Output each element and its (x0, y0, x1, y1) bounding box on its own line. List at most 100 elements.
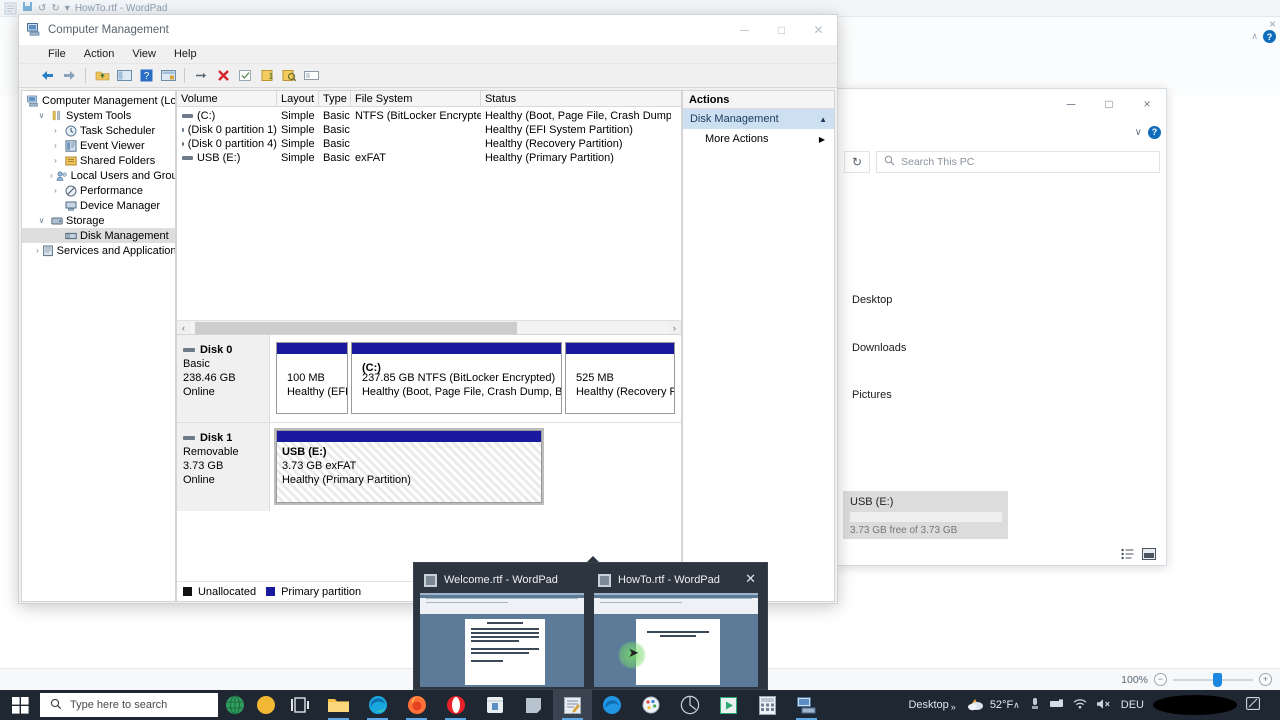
tree-item-storage[interactable]: ∨ Storage (22, 213, 175, 228)
column-header-layout[interactable]: Layout (277, 91, 319, 106)
expander-icon[interactable]: ∨ (36, 111, 47, 120)
chevron-right-icon[interactable]: ▶ (819, 135, 825, 144)
firefox-icon[interactable] (397, 690, 436, 720)
properties-icon[interactable] (158, 66, 178, 86)
chevron-up-icon[interactable]: ∧ (1251, 31, 1258, 42)
help-icon[interactable]: ? (136, 66, 156, 86)
table-row[interactable]: (Disk 0 partition 4) Simple Basic Health… (177, 137, 681, 151)
volume-muted-icon[interactable] (1096, 698, 1112, 713)
undo-icon[interactable]: ↺ (38, 3, 46, 14)
taskbar[interactable]: Type here to search Desktop » 52°F ∧ DEU (0, 690, 1280, 720)
tree-item-device-manager[interactable]: Device Manager (22, 198, 175, 213)
video-editor-icon[interactable] (709, 690, 748, 720)
table-row[interactable]: USB (E:) Simple Basic exFAT Healthy (Pri… (177, 151, 681, 165)
chevron-up-icon[interactable]: ▲ (819, 115, 827, 124)
scrollbar-thumb[interactable] (194, 321, 517, 334)
computer-management-icon[interactable] (787, 690, 826, 720)
opera-icon[interactable] (436, 690, 475, 720)
disk-info-disk-1[interactable]: Disk 1 Removable 3.73 GB Online (176, 423, 270, 511)
chevron-up-icon[interactable]: ∧ (1013, 700, 1020, 711)
volume-list-pane[interactable]: Volume Layout Type File System Status (C… (175, 90, 682, 335)
chrome-canary-icon[interactable] (670, 690, 709, 720)
tree-item-services-and-applications[interactable]: › Services and Applications (22, 243, 175, 258)
table-row[interactable]: (Disk 0 partition 1) Simple Basic Health… (177, 123, 681, 137)
file-explorer-window[interactable]: ─ □ × ∨ ? ↻ Search This PC Desktop Downl… (837, 88, 1167, 566)
nav-item-pictures[interactable]: Pictures (852, 389, 892, 401)
onedrive-icon[interactable] (1029, 697, 1041, 713)
close-icon[interactable]: × (1269, 18, 1276, 30)
minimize-icon[interactable]: ─ (726, 15, 763, 45)
clock[interactable] (1153, 695, 1237, 715)
partition-usb-e[interactable]: USB (E:) 3.73 GB exFAT Healthy (Primary … (273, 428, 544, 505)
show-hide-console-tree-icon[interactable] (114, 66, 134, 86)
thumbnail-welcome-rtf[interactable]: Welcome.rtf - WordPad (416, 567, 588, 689)
overflow-icon[interactable]: » (951, 702, 956, 712)
maximize-icon[interactable]: □ (763, 15, 800, 45)
column-header-status[interactable]: Status (481, 91, 671, 106)
close-icon[interactable]: ✕ (800, 15, 837, 45)
search-input[interactable]: Search This PC (876, 151, 1160, 173)
expander-icon[interactable]: › (50, 141, 61, 150)
delete-icon[interactable] (213, 66, 233, 86)
taskbar-thumbnail-flyout[interactable]: Welcome.rtf - WordPad HowTo.rtf - WordPa… (413, 562, 768, 690)
partition-efi[interactable]: 100 MB Healthy (EFI Sy (275, 342, 348, 414)
network-icon[interactable] (1073, 698, 1087, 712)
calculator-icon[interactable] (748, 690, 787, 720)
microsoft-edge-icon[interactable] (358, 690, 397, 720)
rescan-disks-icon[interactable] (279, 66, 299, 86)
wordpad-icon[interactable] (553, 690, 592, 720)
back-icon[interactable] (37, 66, 57, 86)
desktop-label-group[interactable]: Desktop » (908, 699, 955, 712)
view-list-icon[interactable] (301, 66, 321, 86)
save-icon[interactable] (22, 1, 33, 15)
people-icon[interactable] (252, 690, 280, 720)
chevron-down-icon[interactable]: ∨ (1135, 127, 1142, 138)
large-icons-view-icon[interactable] (1142, 547, 1156, 563)
quick-access-dropdown-icon[interactable]: ▾ (65, 3, 70, 14)
menu-item-help[interactable]: Help (165, 48, 206, 60)
microsoft-store-icon[interactable] (475, 690, 514, 720)
weather-widget[interactable]: 52°F (966, 696, 1013, 714)
tree-item-local-users-and-groups[interactable]: › Local Users and Groups (22, 168, 175, 183)
actions-group-disk-management[interactable]: Disk Management ▲ (682, 109, 834, 129)
tree-item-event-viewer[interactable]: › Event Viewer (22, 138, 175, 153)
nav-item-downloads[interactable]: Downloads (852, 342, 906, 354)
column-header-file-system[interactable]: File System (351, 91, 481, 106)
scrollbar-track[interactable] (189, 321, 668, 334)
thumbnail-howto-rtf[interactable]: HowTo.rtf - WordPad ✕ ➤ (590, 567, 762, 689)
expander-icon[interactable]: › (50, 126, 61, 135)
horizontal-scrollbar[interactable]: ‹ › (176, 320, 681, 334)
expander-icon[interactable]: › (50, 186, 61, 195)
maximize-icon[interactable]: □ (1090, 89, 1128, 119)
zoom-in-button[interactable]: + (1259, 673, 1272, 686)
notifications-icon[interactable] (1246, 697, 1260, 713)
removable-media-icon[interactable] (1049, 698, 1064, 712)
scroll-right-icon[interactable]: › (668, 323, 681, 333)
start-icon[interactable] (0, 690, 40, 720)
drive-tile-usb-e[interactable]: USB (E:) 3.73 GB free of 3.73 GB (843, 491, 1008, 539)
tree-item-computer-management-local[interactable]: Computer Management (Local) (22, 93, 175, 108)
sticky-notes-icon[interactable] (514, 690, 553, 720)
expander-icon[interactable]: › (50, 156, 61, 165)
action-more-actions[interactable]: More Actions ▶ (683, 129, 834, 149)
column-header-volume[interactable]: Volume (177, 91, 277, 106)
tree-item-disk-management[interactable]: Disk Management (22, 228, 175, 243)
zoom-slider-thumb[interactable] (1213, 672, 1222, 687)
refresh-icon[interactable] (191, 66, 211, 86)
paint-icon[interactable] (631, 690, 670, 720)
tree-item-task-scheduler[interactable]: › Task Scheduler (22, 123, 175, 138)
edge-dev-icon[interactable] (592, 690, 631, 720)
menu-item-action[interactable]: Action (75, 48, 124, 60)
thumbnail-preview-image[interactable]: ➤ (594, 593, 758, 687)
menu-item-file[interactable]: File (39, 48, 75, 60)
system-tray[interactable]: ∧ DEU (1013, 695, 1266, 715)
partition-recovery[interactable]: 525 MB Healthy (Recovery Par (564, 342, 675, 414)
search-input[interactable]: Type here to search (40, 693, 218, 717)
help-icon[interactable]: ? (1263, 30, 1276, 43)
tree-item-performance[interactable]: › Performance (22, 183, 175, 198)
console-tree[interactable]: Computer Management (Local) ∨ System Too… (21, 90, 176, 602)
expander-icon[interactable]: ∨ (36, 216, 47, 225)
refresh-icon[interactable]: ↻ (844, 151, 870, 173)
zoom-out-button[interactable]: − (1154, 673, 1167, 686)
close-icon[interactable]: × (1128, 89, 1166, 119)
